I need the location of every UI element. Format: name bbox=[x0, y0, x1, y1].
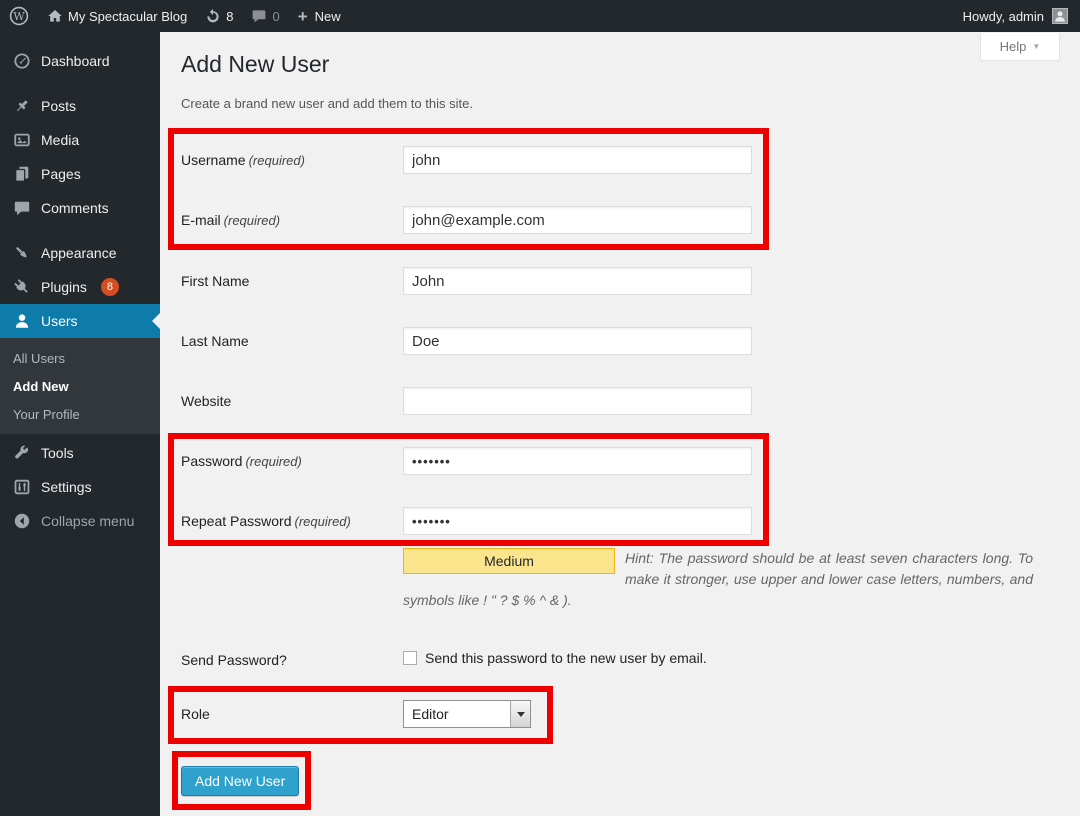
sidebar-item-label: Comments bbox=[41, 200, 109, 216]
comments-indicator[interactable]: 0 bbox=[242, 0, 288, 32]
site-name-link[interactable]: My Spectacular Blog bbox=[38, 0, 196, 32]
role-label: Role bbox=[181, 700, 396, 728]
password-input[interactable] bbox=[403, 447, 752, 475]
page-subtitle: Create a brand new user and add them to … bbox=[181, 96, 473, 111]
chevron-down-icon: ▼ bbox=[1032, 42, 1040, 51]
collapse-icon bbox=[12, 511, 32, 531]
comment-bubble-icon bbox=[251, 8, 267, 24]
sidebar-item-label: Appearance bbox=[41, 245, 117, 261]
comment-count: 0 bbox=[272, 9, 279, 24]
username-input[interactable] bbox=[403, 146, 752, 174]
email-label: E-mail(required) bbox=[181, 206, 396, 235]
sidebar-item-label: Tools bbox=[41, 445, 74, 461]
first-name-input[interactable] bbox=[403, 267, 752, 295]
repeat-password-label: Repeat Password(required) bbox=[181, 507, 396, 536]
svg-text:W: W bbox=[13, 10, 25, 23]
new-label: New bbox=[315, 9, 341, 24]
send-password-checkbox-label: Send this password to the new user by em… bbox=[425, 650, 707, 666]
media-icon bbox=[12, 130, 32, 150]
username-label: Username(required) bbox=[181, 146, 396, 175]
settings-icon bbox=[12, 477, 32, 497]
sidebar-item-label: Collapse menu bbox=[41, 513, 134, 529]
page-title: Add New User bbox=[181, 51, 329, 78]
sidebar-item-label: Plugins bbox=[41, 279, 87, 295]
update-icon bbox=[205, 8, 221, 24]
sidebar-item-pages[interactable]: Pages bbox=[0, 157, 160, 191]
sidebar: Dashboard Posts Media Pages Comments bbox=[0, 32, 160, 816]
password-label: Password(required) bbox=[181, 447, 396, 476]
first-name-label: First Name bbox=[181, 267, 396, 295]
account-menu[interactable]: Howdy, admin bbox=[963, 9, 1044, 24]
sidebar-item-dashboard[interactable]: Dashboard bbox=[0, 44, 160, 78]
sidebar-item-label: Pages bbox=[41, 166, 81, 182]
plus-icon: + bbox=[298, 8, 308, 25]
role-selected-value: Editor bbox=[404, 706, 510, 722]
help-button[interactable]: Help ▼ bbox=[980, 33, 1060, 61]
comments-icon bbox=[12, 198, 32, 218]
sidebar-item-appearance[interactable]: Appearance bbox=[0, 236, 160, 270]
submenu-item-all-users[interactable]: All Users bbox=[0, 344, 160, 372]
admin-bar: W My Spectacular Blog 8 0 + New Howdy, a… bbox=[0, 0, 1080, 32]
paintbrush-icon bbox=[12, 243, 32, 263]
last-name-input[interactable] bbox=[403, 327, 752, 355]
sidebar-item-label: Dashboard bbox=[41, 53, 110, 69]
password-strength-area: Medium Hint: The password should be at l… bbox=[403, 548, 1033, 611]
updates-indicator[interactable]: 8 bbox=[196, 0, 242, 32]
repeat-password-input[interactable] bbox=[403, 507, 752, 535]
site-name-label: My Spectacular Blog bbox=[68, 9, 187, 24]
dashboard-icon bbox=[12, 51, 32, 71]
wordpress-logo-button[interactable]: W bbox=[0, 0, 38, 32]
sidebar-item-settings[interactable]: Settings bbox=[0, 470, 160, 504]
last-name-label: Last Name bbox=[181, 327, 396, 355]
wrench-icon bbox=[12, 443, 32, 463]
pages-icon bbox=[12, 164, 32, 184]
send-password-label: Send Password? bbox=[181, 650, 396, 670]
main-content: Add New User Create a brand new user and… bbox=[160, 32, 1080, 816]
help-label: Help bbox=[1000, 39, 1027, 54]
plugins-update-badge: 8 bbox=[101, 278, 119, 296]
select-dropdown-button[interactable] bbox=[510, 701, 530, 727]
sidebar-item-comments[interactable]: Comments bbox=[0, 191, 160, 225]
sidebar-item-plugins[interactable]: Plugins 8 bbox=[0, 270, 160, 304]
submenu-item-your-profile[interactable]: Your Profile bbox=[0, 400, 160, 428]
sidebar-item-media[interactable]: Media bbox=[0, 123, 160, 157]
submenu-item-add-new[interactable]: Add New bbox=[0, 372, 160, 400]
sidebar-item-collapse-menu[interactable]: Collapse menu bbox=[0, 504, 160, 538]
user-icon bbox=[12, 311, 32, 331]
sidebar-item-users[interactable]: Users bbox=[0, 304, 160, 338]
update-count: 8 bbox=[226, 9, 233, 24]
password-strength-meter: Medium bbox=[403, 548, 615, 574]
send-password-checkbox[interactable] bbox=[403, 651, 417, 665]
add-new-user-button[interactable]: Add New User bbox=[181, 766, 299, 796]
sidebar-item-label: Users bbox=[41, 313, 78, 329]
role-select[interactable]: Editor bbox=[403, 700, 531, 728]
plugin-icon bbox=[12, 277, 32, 297]
users-submenu: All Users Add New Your Profile bbox=[0, 338, 160, 434]
pushpin-icon bbox=[12, 96, 32, 116]
email-input[interactable] bbox=[403, 206, 752, 234]
avatar[interactable] bbox=[1052, 8, 1068, 24]
website-label: Website bbox=[181, 387, 396, 415]
home-icon bbox=[47, 8, 63, 24]
wordpress-logo-icon: W bbox=[9, 6, 29, 26]
new-content-button[interactable]: + New bbox=[289, 0, 350, 32]
current-menu-arrow bbox=[152, 313, 160, 329]
sidebar-item-tools[interactable]: Tools bbox=[0, 436, 160, 470]
website-input[interactable] bbox=[403, 387, 752, 415]
sidebar-item-label: Posts bbox=[41, 98, 76, 114]
sidebar-item-label: Media bbox=[41, 132, 79, 148]
chevron-down-icon bbox=[517, 712, 525, 717]
sidebar-item-label: Settings bbox=[41, 479, 92, 495]
sidebar-item-posts[interactable]: Posts bbox=[0, 89, 160, 123]
